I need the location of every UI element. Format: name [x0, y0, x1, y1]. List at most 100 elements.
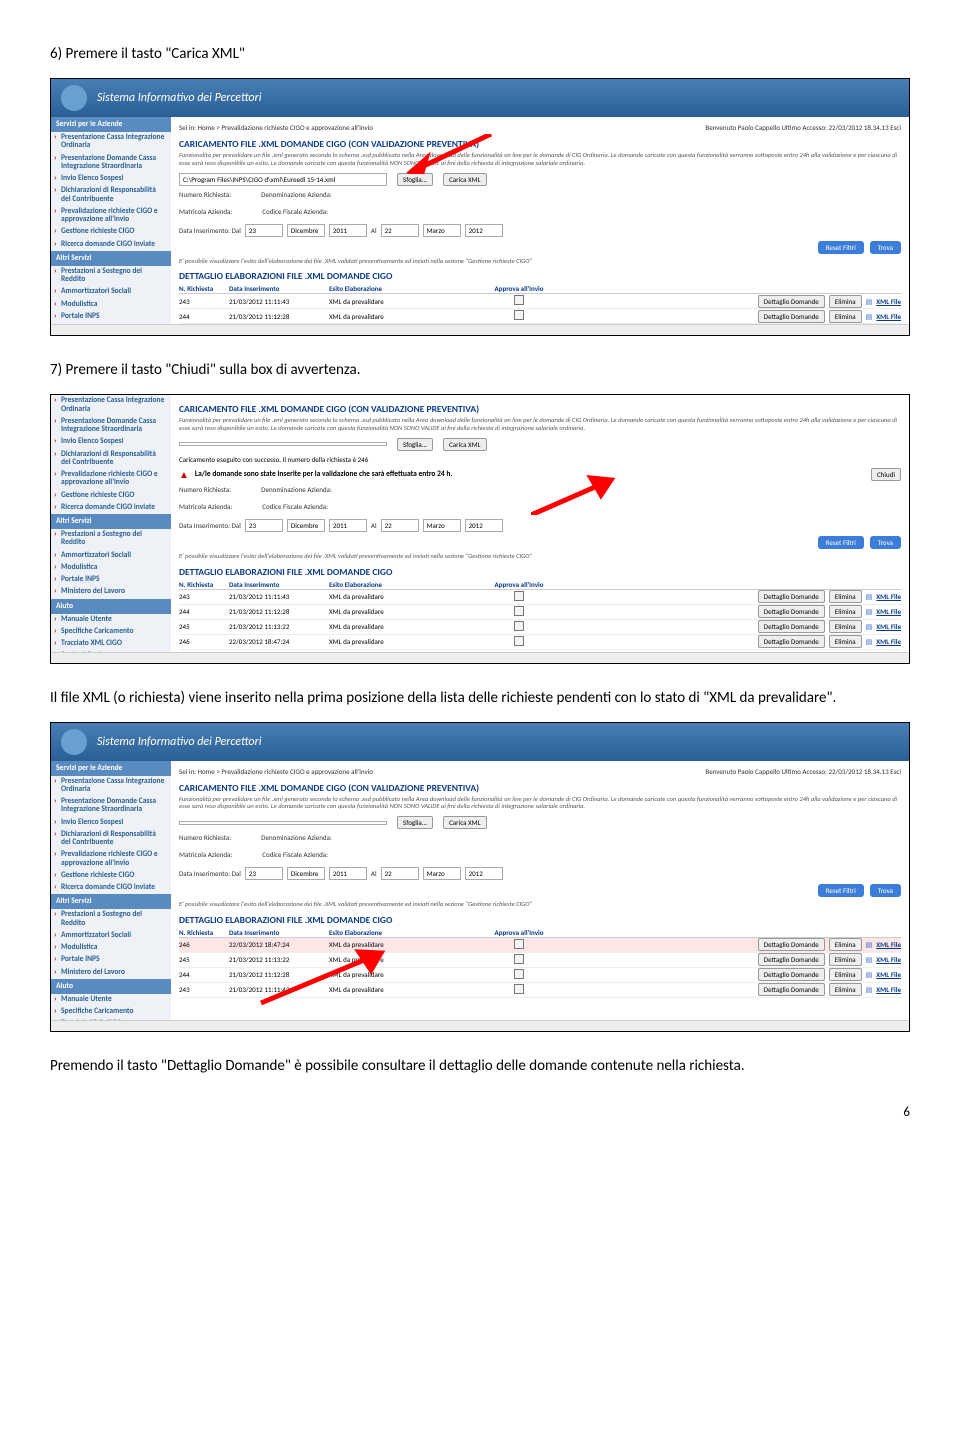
save-icon[interactable]: ▤	[866, 607, 873, 616]
sidebar-item[interactable]: Ministero del Lavoro	[51, 586, 171, 598]
year1-select[interactable]: 2011	[329, 224, 367, 237]
sidebar-item[interactable]: Prevalidazione richieste CIGO e approvaz…	[51, 206, 171, 227]
elimina-button[interactable]: Elimina	[829, 620, 862, 633]
dettaglio-domande-button[interactable]: Dettaglio Domande	[758, 310, 825, 323]
elimina-button[interactable]: Elimina	[829, 968, 862, 981]
sidebar-item[interactable]: Ammortizzatori Sociali	[51, 286, 171, 298]
xml-file-link[interactable]: XML File	[876, 637, 901, 646]
sidebar-item[interactable]: Invio Elenco Sospesi	[51, 173, 171, 185]
sidebar-item[interactable]: Presentazione Cassa Integrazione Ordinar…	[51, 395, 171, 416]
dettaglio-domande-button[interactable]: Dettaglio Domande	[758, 590, 825, 603]
carica-xml-button[interactable]: Carica XML	[443, 173, 487, 186]
dettaglio-domande-button[interactable]: Dettaglio Domande	[758, 605, 825, 618]
sidebar-item[interactable]: Gestione richieste CIGO	[51, 490, 171, 502]
sidebar-item[interactable]: Ricerca domande CIGO inviate	[51, 502, 171, 514]
approva-checkbox[interactable]	[514, 939, 524, 949]
elimina-button[interactable]: Elimina	[829, 983, 862, 996]
col-n-richiesta[interactable]: N. Richiesta	[179, 928, 229, 937]
dettaglio-domande-button[interactable]: Dettaglio Domande	[758, 968, 825, 981]
carica-xml-button[interactable]: Carica XML	[443, 816, 487, 829]
scrollbar[interactable]	[51, 652, 909, 663]
save-icon[interactable]: ▤	[866, 940, 873, 949]
col-n-richiesta[interactable]: N. Richiesta	[179, 284, 229, 293]
dettaglio-domande-button[interactable]: Dettaglio Domande	[758, 295, 825, 308]
sidebar-item[interactable]: Invio Elenco Sospesi	[51, 436, 171, 448]
sidebar-item[interactable]: Dichiarazioni di Responsabilità del Cont…	[51, 829, 171, 850]
sidebar-item[interactable]: Prestazioni a Sostegno del Reddito	[51, 909, 171, 930]
sidebar-item[interactable]: Presentazione Cassa Integrazione Ordinar…	[51, 132, 171, 153]
xml-file-link[interactable]: XML File	[876, 970, 901, 979]
xml-file-link[interactable]: XML File	[876, 297, 901, 306]
sidebar-item[interactable]: Portale INPS	[51, 954, 171, 966]
elimina-button[interactable]: Elimina	[829, 635, 862, 648]
dettaglio-domande-button[interactable]: Dettaglio Domande	[758, 635, 825, 648]
approva-checkbox[interactable]	[514, 591, 524, 601]
sidebar-item[interactable]: Gestione richieste CIGO	[51, 870, 171, 882]
save-icon[interactable]: ▤	[866, 985, 873, 994]
scrollbar[interactable]	[51, 324, 909, 335]
sidebar-item[interactable]: Prevalidazione richieste CIGO e approvaz…	[51, 469, 171, 490]
sidebar-item[interactable]: Ricerca domande CIGO inviate	[51, 882, 171, 894]
approva-checkbox[interactable]	[514, 295, 524, 305]
sidebar-item[interactable]: Presentazione Cassa Integrazione Ordinar…	[51, 776, 171, 797]
xml-file-link[interactable]: XML File	[876, 955, 901, 964]
xml-file-link[interactable]: XML File	[876, 592, 901, 601]
approva-checkbox[interactable]	[514, 636, 524, 646]
sidebar-item[interactable]: Ministero del Lavoro	[51, 967, 171, 979]
save-icon[interactable]: ▤	[866, 622, 873, 631]
approva-checkbox[interactable]	[514, 954, 524, 964]
col-n-richiesta[interactable]: N. Richiesta	[179, 580, 229, 589]
day1-select[interactable]: 23	[245, 867, 283, 880]
sidebar-item[interactable]: Gestione richieste CIGO	[51, 226, 171, 238]
year2-select[interactable]: 2012	[465, 224, 503, 237]
sidebar-item[interactable]: Dichiarazioni di Responsabilità del Cont…	[51, 449, 171, 470]
trova-button[interactable]: Trova	[870, 884, 901, 897]
sidebar-item[interactable]: Invio Elenco Sospesi	[51, 817, 171, 829]
file-path-input[interactable]: C:\Program Files\INPS\CIGO d\xml\Eureedi…	[179, 173, 387, 186]
month2-select[interactable]: Marzo	[423, 867, 461, 880]
day1-select[interactable]: 23	[245, 224, 283, 237]
sidebar-item[interactable]: Manuale Utente	[51, 614, 171, 626]
save-icon[interactable]: ▤	[866, 955, 873, 964]
dettaglio-domande-button[interactable]: Dettaglio Domande	[758, 953, 825, 966]
year1-select[interactable]: 2011	[329, 867, 367, 880]
elimina-button[interactable]: Elimina	[829, 938, 862, 951]
sidebar-item[interactable]: Modulistica	[51, 299, 171, 311]
chiudi-button[interactable]: Chiudi	[871, 468, 901, 481]
xml-file-link[interactable]: XML File	[876, 940, 901, 949]
sidebar-item[interactable]: Specifiche Caricamento	[51, 1006, 171, 1018]
sidebar-item[interactable]: Prestazioni a Sostegno del Reddito	[51, 266, 171, 287]
trova-button[interactable]: Trova	[870, 536, 901, 549]
sidebar-item[interactable]: Specifiche Caricamento	[51, 626, 171, 638]
sidebar-item[interactable]: Presentazione Domande Cassa Integrazione…	[51, 796, 171, 817]
month1-select[interactable]: Dicembre	[287, 224, 325, 237]
approva-checkbox[interactable]	[514, 606, 524, 616]
sfoglia-button[interactable]: Sfoglia...	[397, 438, 433, 451]
month1-select[interactable]: Dicembre	[287, 519, 325, 532]
year1-select[interactable]: 2011	[329, 519, 367, 532]
dettaglio-domande-button[interactable]: Dettaglio Domande	[758, 620, 825, 633]
carica-xml-button[interactable]: Carica XML	[443, 438, 487, 451]
dettaglio-domande-button[interactable]: Dettaglio Domande	[758, 938, 825, 951]
sidebar-item[interactable]: Manuale Utente	[51, 994, 171, 1006]
elimina-button[interactable]: Elimina	[829, 590, 862, 603]
xml-file-link[interactable]: XML File	[876, 622, 901, 631]
sidebar-item[interactable]: Dichiarazioni di Responsabilità del Cont…	[51, 185, 171, 206]
file-path-input[interactable]	[179, 821, 387, 825]
save-icon[interactable]: ▤	[866, 970, 873, 979]
sidebar-item[interactable]: Ammortizzatori Sociali	[51, 930, 171, 942]
month2-select[interactable]: Marzo	[423, 519, 461, 532]
year2-select[interactable]: 2012	[465, 867, 503, 880]
sidebar-item[interactable]: Ammortizzatori Sociali	[51, 550, 171, 562]
sidebar-item[interactable]: Portale INPS	[51, 311, 171, 323]
xml-file-link[interactable]: XML File	[876, 985, 901, 994]
reset-filtri-button[interactable]: Reset Filtri	[818, 884, 864, 897]
sidebar-item[interactable]: Ricerca domande CIGO inviate	[51, 239, 171, 251]
file-path-input[interactable]	[179, 442, 387, 446]
col-data[interactable]: Data Inserimento	[229, 580, 329, 589]
sfoglia-button[interactable]: Sfoglia...	[397, 816, 433, 829]
sidebar-item[interactable]: Modulistica	[51, 942, 171, 954]
scrollbar[interactable]	[51, 1020, 909, 1031]
xml-file-link[interactable]: XML File	[876, 312, 901, 321]
elimina-button[interactable]: Elimina	[829, 295, 862, 308]
